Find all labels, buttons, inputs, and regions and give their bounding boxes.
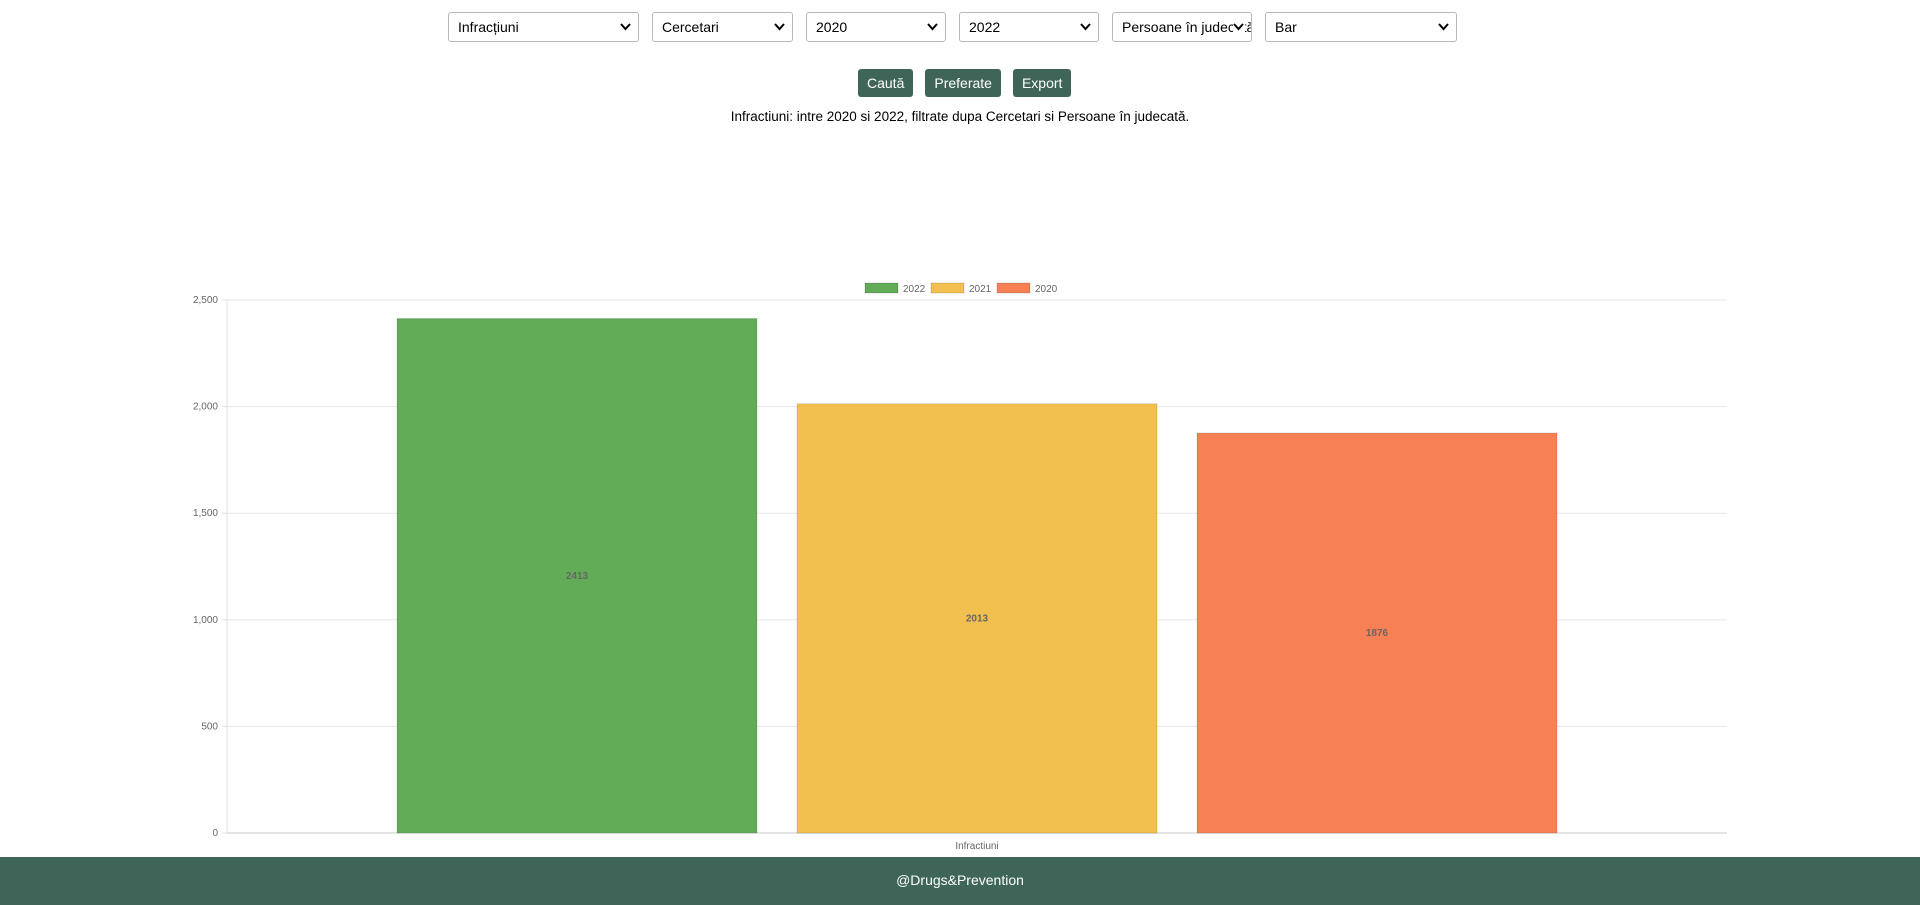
subject-select[interactable]: Persoane în judecată xyxy=(1112,12,1252,42)
stage-select[interactable]: Cercetari xyxy=(652,12,793,42)
y-tick-label: 2,000 xyxy=(193,402,218,413)
chevron-down-icon xyxy=(620,13,632,41)
x-tick-label: Infractiuni xyxy=(955,841,998,852)
stage-select-value: Cercetari xyxy=(662,19,719,35)
search-button[interactable]: Caută xyxy=(858,69,914,97)
chevron-down-icon xyxy=(774,13,786,41)
y-tick-label: 2,500 xyxy=(193,295,218,306)
category-select[interactable]: Infracțiuni xyxy=(448,12,639,42)
legend-swatch xyxy=(864,282,899,294)
chevron-down-icon xyxy=(927,13,939,41)
year-to-select-value: 2022 xyxy=(969,19,1001,35)
chevron-down-icon xyxy=(1438,13,1450,41)
legend-swatch xyxy=(996,282,1031,294)
footer: @Drugs&Prevention xyxy=(0,857,1920,905)
bar-chart: 0 500 1,000 1,500 2,000 2,500 2413 2013 1876 Infr… xyxy=(193,282,1727,852)
footer-text: @Drugs&Prevention xyxy=(896,872,1024,888)
data-label: 2413 xyxy=(566,571,589,582)
results-caption: Infractiuni: intre 2020 si 2022, filtrat… xyxy=(730,109,1190,124)
chevron-down-icon xyxy=(1233,13,1245,41)
chart-type-select-value: Bar xyxy=(1275,19,1297,35)
action-buttons: Caută Preferate Export xyxy=(858,69,1072,97)
export-button[interactable]: Export xyxy=(1012,69,1072,97)
favorites-button[interactable]: Preferate xyxy=(925,69,1001,97)
filters-bar: Infracțiuni Cercetari 2020 2022 Persoane… xyxy=(448,12,1457,42)
y-tick-label: 1,000 xyxy=(193,615,218,626)
data-label: 2013 xyxy=(966,613,989,624)
year-from-select-value: 2020 xyxy=(816,19,848,35)
chevron-down-icon xyxy=(1080,13,1092,41)
legend-label: 2022 xyxy=(903,284,926,295)
legend-swatch xyxy=(930,282,965,294)
chart-type-select[interactable]: Bar xyxy=(1265,12,1457,42)
y-tick-label: 0 xyxy=(212,828,218,839)
legend-label: 2020 xyxy=(1035,284,1058,295)
data-label: 1876 xyxy=(1366,628,1389,639)
y-tick-label: 1,500 xyxy=(193,508,218,519)
category-select-value: Infracțiuni xyxy=(458,19,519,35)
year-to-select[interactable]: 2022 xyxy=(959,12,1099,42)
y-tick-label: 500 xyxy=(201,721,218,732)
legend-label: 2021 xyxy=(969,284,992,295)
year-from-select[interactable]: 2020 xyxy=(806,12,946,42)
